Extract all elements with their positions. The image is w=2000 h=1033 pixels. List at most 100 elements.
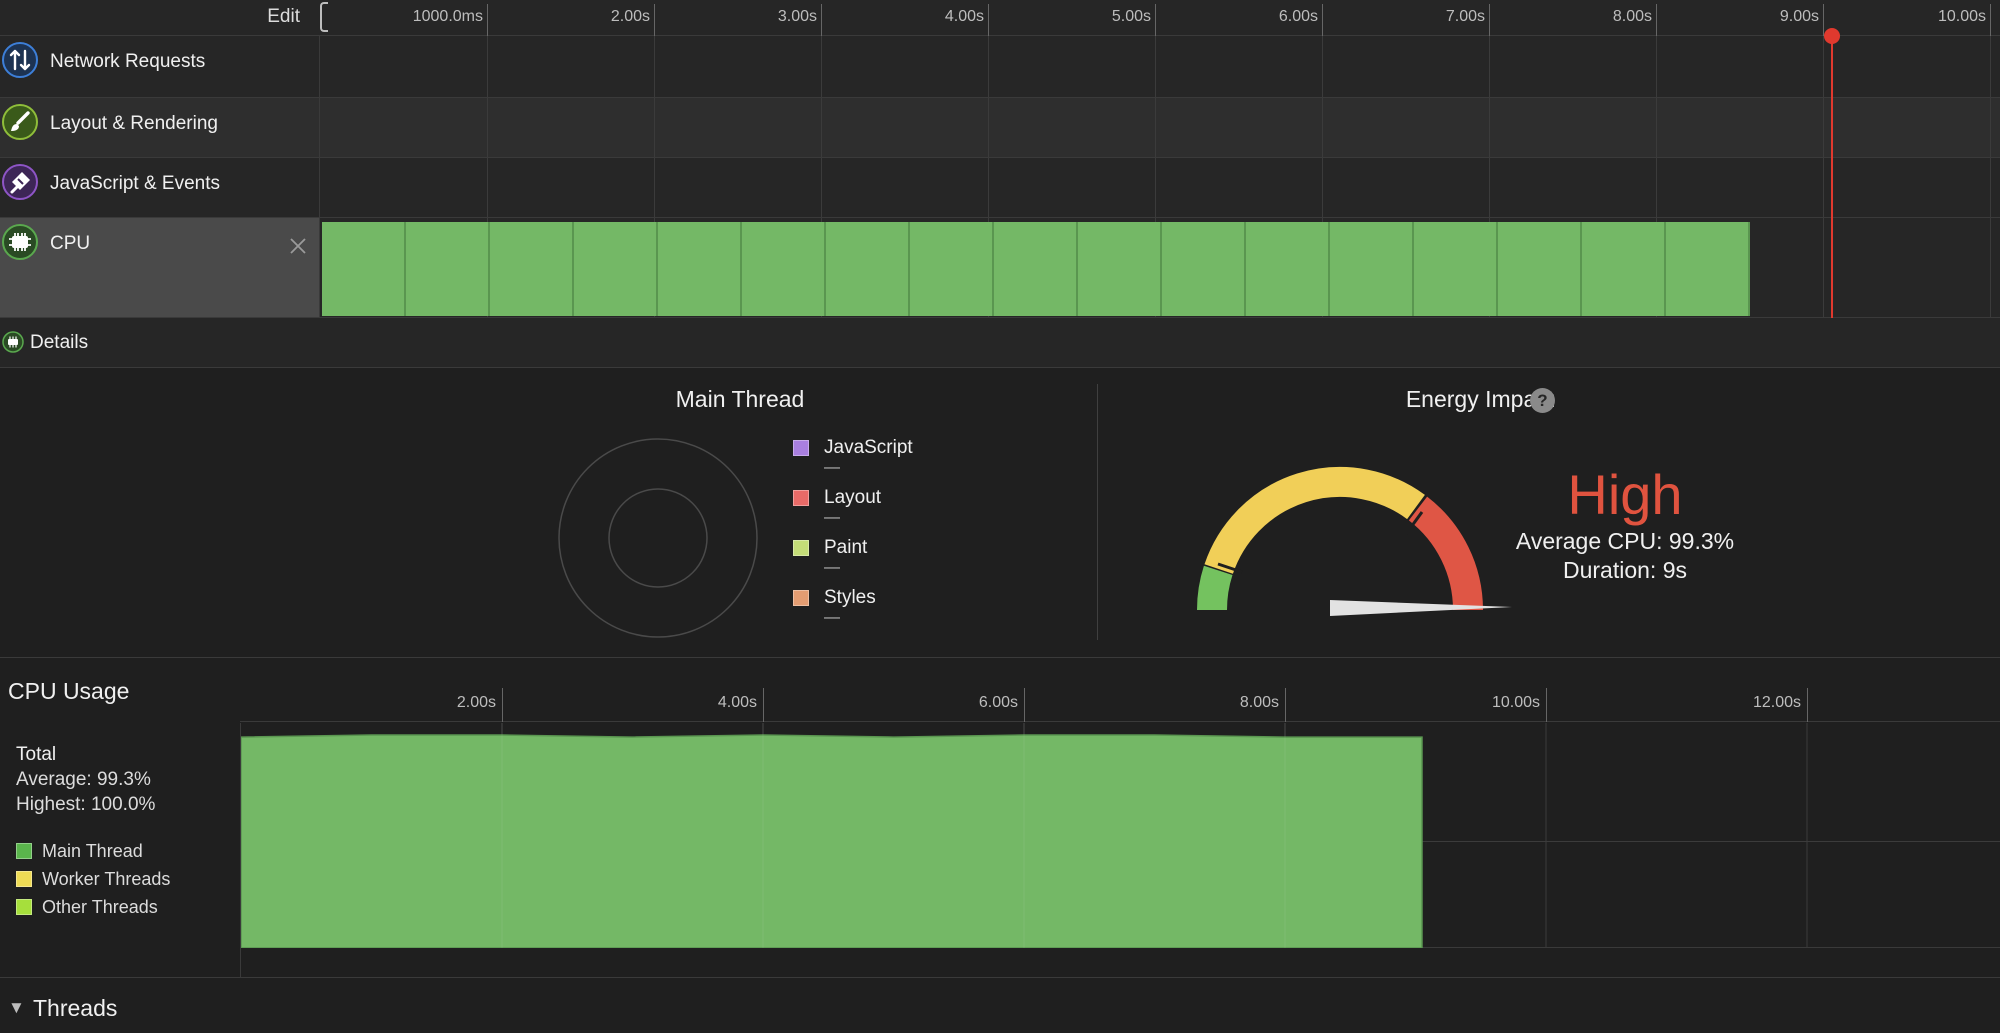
energy-duration: Duration: 9s	[1562, 557, 1687, 583]
legend-swatch	[16, 871, 32, 887]
legend-value: —	[824, 509, 840, 526]
grid-line	[1823, 36, 1824, 97]
details-bar: Details	[0, 318, 2000, 368]
cpu-track-segment[interactable]	[826, 222, 910, 316]
track-network-requests[interactable]: Network Requests	[0, 36, 2000, 98]
energy-impact-title: Energy Impact	[1405, 386, 1555, 412]
grid-line	[1823, 98, 1824, 157]
cpu-track-segment[interactable]	[742, 222, 826, 316]
legend-label: Worker Threads	[42, 869, 171, 889]
grid-line	[1823, 218, 1824, 317]
legend-swatch	[793, 590, 809, 606]
legend-swatch	[793, 540, 809, 556]
cpu-track-segment[interactable]	[322, 222, 406, 316]
threads-section-header[interactable]: ▼ Threads	[0, 977, 2000, 1033]
grid-line	[821, 36, 822, 97]
grid-line	[1155, 98, 1156, 157]
track-layout-rendering[interactable]: Layout & Rendering	[0, 98, 2000, 158]
ruler-label: 5.00s	[1111, 8, 1151, 25]
cpu-track-segment[interactable]	[658, 222, 742, 316]
gauge-medium-segment	[1204, 466, 1425, 575]
ruler-label: 3.00s	[777, 8, 817, 25]
ruler-label: 6.00s	[978, 694, 1018, 711]
track-cpu-area[interactable]	[320, 218, 2000, 317]
grid-line	[654, 98, 655, 157]
cpu-usage-plot-area[interactable]	[240, 723, 2000, 949]
cpu-series-main-thread-area	[240, 734, 1423, 949]
cpu-stats: Total Average: 99.3% Highest: 100.0%	[16, 742, 155, 817]
grid-line	[1823, 158, 1824, 217]
cpu-track-segment[interactable]	[406, 222, 490, 316]
cpu-track-segment[interactable]	[1330, 222, 1414, 316]
track-javascript-events[interactable]: JavaScript & Events	[0, 158, 2000, 218]
cpu-track-segment[interactable]	[994, 222, 1078, 316]
cpu-track-segment[interactable]	[1246, 222, 1330, 316]
close-track-icon[interactable]	[286, 234, 310, 258]
stat-highest: Highest: 100.0%	[16, 794, 156, 815]
ruler-label: 2.00s	[610, 8, 650, 25]
ruler-tick	[1546, 688, 1547, 722]
legend-label: Layout	[824, 487, 882, 508]
track-header[interactable]: CPU	[0, 218, 320, 317]
grid-line	[1155, 36, 1156, 97]
playhead[interactable]	[1831, 36, 1833, 318]
grid-line	[1990, 98, 1991, 157]
ruler-tick	[1990, 4, 1991, 36]
cpu-track-segment[interactable]	[1078, 222, 1162, 316]
ruler-label: 10.00s	[1937, 8, 1986, 25]
ruler-tick	[1024, 688, 1025, 722]
help-icon[interactable]: ?	[1530, 388, 1555, 413]
grid-line	[654, 158, 655, 217]
threads-label: Threads	[33, 995, 118, 1021]
track-header[interactable]: Layout & Rendering	[0, 98, 320, 157]
legend-value: —	[824, 609, 840, 626]
timeline-range-handle[interactable]	[320, 2, 328, 32]
track-header[interactable]: Network Requests	[0, 36, 320, 97]
gauge-low-segment	[1196, 565, 1233, 611]
disclosure-triangle-icon[interactable]: ▼	[8, 998, 25, 1018]
ruler-tick	[1285, 688, 1286, 722]
ruler-tick	[654, 4, 655, 36]
grid-line	[1322, 98, 1323, 157]
track-header[interactable]: JavaScript & Events	[0, 158, 320, 217]
grid-line	[1990, 158, 1991, 217]
grid-line	[1656, 36, 1657, 97]
cpu-track-segment[interactable]	[1582, 222, 1666, 316]
legend-swatch	[793, 490, 809, 506]
cpu-track-segment[interactable]	[1498, 222, 1582, 316]
track-label: Network Requests	[50, 51, 206, 72]
track-label: CPU	[50, 233, 91, 254]
track-network-area[interactable]	[320, 36, 2000, 97]
grid-line	[1990, 36, 1991, 97]
grid-line	[1322, 36, 1323, 97]
main-thread-donut-chart	[558, 438, 758, 638]
legend-value: —	[824, 559, 840, 576]
cpu-track-segment[interactable]	[1162, 222, 1246, 316]
cpu-usage-chart	[240, 723, 2000, 949]
ruler-label: 9.00s	[1779, 8, 1819, 25]
legend-label: Other Threads	[42, 897, 158, 917]
ruler-label: 8.00s	[1612, 8, 1652, 25]
grid-line	[654, 36, 655, 97]
cpu-track-segment[interactable]	[490, 222, 574, 316]
cpu-track-segment[interactable]	[910, 222, 994, 316]
ruler-tick	[502, 688, 503, 722]
cpu-track-segment[interactable]	[574, 222, 658, 316]
track-layout-area[interactable]	[320, 98, 2000, 157]
cpu-track-segment[interactable]	[1666, 222, 1750, 316]
panel-divider	[1097, 384, 1098, 640]
cpu-usage-ruler: 2.00s 4.00s 6.00s 8.00s 10.00s 12.00s	[240, 688, 2000, 722]
cpu-usage-graph[interactable]	[240, 723, 2000, 978]
timeline-ruler[interactable]: Edit 1000.0ms 2.00s 3.00s 4.00s 5.00s 6.00s 7.…	[0, 0, 2000, 36]
ruler-label: 6.00s	[1278, 8, 1318, 25]
edit-button[interactable]: Edit	[0, 0, 320, 36]
grid-line	[821, 98, 822, 157]
cpu-track-segment[interactable]	[1414, 222, 1498, 316]
legend-label: Paint	[824, 537, 868, 558]
track-label: JavaScript & Events	[50, 173, 221, 194]
grid-line	[487, 158, 488, 217]
main-thread-title: Main Thread	[675, 386, 805, 412]
track-cpu[interactable]: CPU	[0, 218, 2000, 318]
track-javascript-area[interactable]	[320, 158, 2000, 217]
ruler-label: 8.00s	[1239, 694, 1279, 711]
